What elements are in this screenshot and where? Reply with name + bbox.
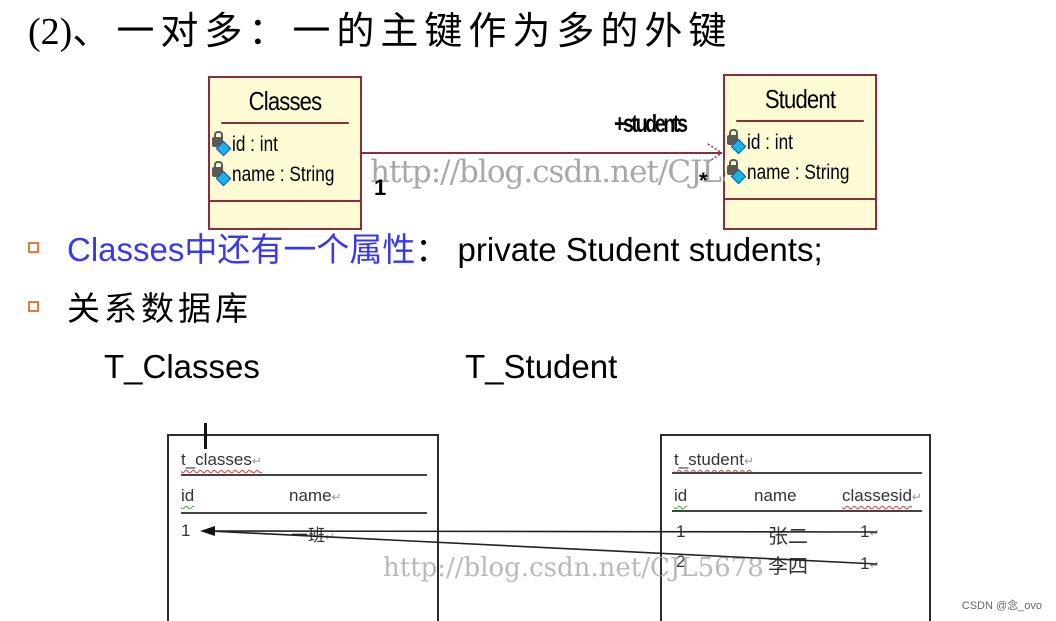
- foreign-key-arrows: [200, 526, 878, 565]
- divider: [672, 472, 922, 474]
- credit-text: CSDN @念_ovo: [961, 600, 1042, 612]
- fk-arrow-row-1: [208, 530, 878, 533]
- uml-attributes: id : int name : String: [725, 122, 875, 200]
- private-attribute-icon: [725, 159, 747, 185]
- bullet-text: 关系数据库: [67, 289, 252, 328]
- uml-attribute: name : String: [210, 160, 360, 190]
- column-header: name: [754, 486, 797, 505]
- association-role-label: +students: [614, 110, 688, 138]
- bullet-item: 关系数据库: [28, 285, 252, 328]
- bullet-text-highlight: Classes中还有一个属性: [67, 231, 416, 268]
- target-multiplicity: *: [699, 168, 708, 193]
- bullet-item: Classes中还有一个属性： private Student students…: [28, 226, 823, 268]
- column-header: id: [181, 486, 195, 505]
- divider: [181, 512, 427, 514]
- table-label-student: T_Student: [465, 348, 618, 385]
- bullet-text: ： private Student students;: [415, 231, 823, 268]
- uml-attribute: id : int: [210, 130, 360, 160]
- uml-class-classes: Classes id : int name : String: [208, 76, 362, 230]
- table-cell: 1: [181, 521, 191, 540]
- text-cursor-icon: [204, 423, 207, 449]
- source-multiplicity: 1: [374, 175, 387, 200]
- uml-attribute: id : int: [725, 128, 875, 158]
- square-bullet-icon: [28, 300, 39, 312]
- table-name: t_classes↵: [181, 450, 262, 469]
- divider: [181, 474, 427, 476]
- private-attribute-icon: [210, 161, 232, 187]
- uml-attribute: name : String: [725, 158, 875, 188]
- uml-attributes: id : int name : String: [210, 124, 360, 202]
- column-header: name↵: [289, 486, 342, 505]
- uml-class-name: Classes: [221, 78, 349, 124]
- arrowhead-icon: [200, 526, 215, 536]
- private-attribute-icon: [210, 131, 232, 157]
- uml-class-student: Student id : int name : String: [723, 74, 877, 230]
- column-header: id: [674, 486, 688, 505]
- column-header: classesid↵: [842, 486, 922, 505]
- divider: [672, 510, 922, 512]
- title-number: (2): [28, 11, 73, 53]
- uml-class-name: Student: [736, 76, 864, 122]
- square-bullet-icon: [28, 241, 39, 253]
- private-attribute-icon: [725, 129, 747, 155]
- table-label-classes: T_Classes: [104, 348, 260, 385]
- fk-arrow-row-2: [208, 530, 878, 565]
- title-text: 、一对多：一的主键作为多的外键: [72, 9, 733, 53]
- table-name: t_student↵: [674, 450, 755, 469]
- watermark-text: http://blog.csdn.net/CJL5678: [370, 154, 725, 190]
- slide-title: (2)、一对多：一的主键作为多的外键: [28, 6, 732, 57]
